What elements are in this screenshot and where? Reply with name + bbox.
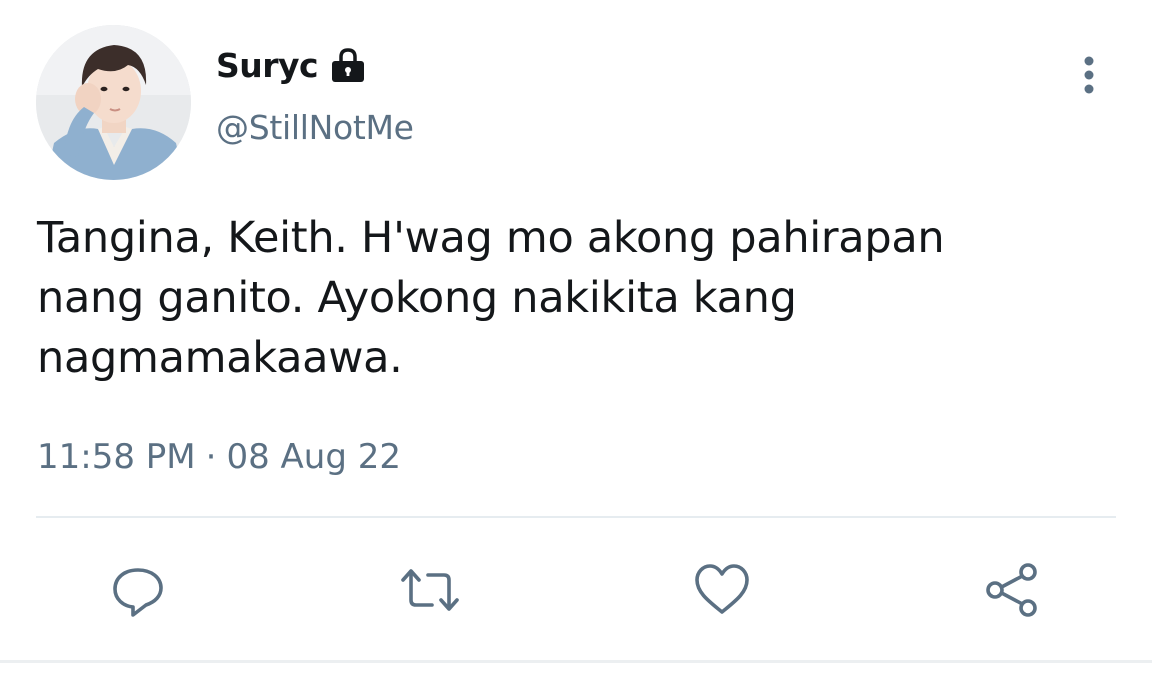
tweet-timestamp: 11:58 PM · 08 Aug 22	[37, 437, 401, 477]
display-name[interactable]: Suryc	[216, 46, 319, 85]
timestamp-separator: ·	[205, 437, 217, 477]
share-button[interactable]	[983, 560, 1043, 620]
lock-icon	[328, 45, 368, 85]
user-name-row: Suryc	[216, 40, 368, 90]
heart-icon	[695, 564, 749, 614]
user-handle[interactable]: @StillNotMe	[216, 108, 414, 147]
avatar[interactable]	[36, 25, 191, 180]
like-button[interactable]	[692, 560, 752, 620]
divider	[36, 516, 1116, 518]
tweet-date: 08 Aug 22	[226, 437, 401, 477]
bottom-divider	[0, 660, 1152, 663]
retweet-button[interactable]	[400, 560, 460, 620]
share-icon	[986, 563, 1037, 617]
tweet-text: Tangina, Keith. H'wag mo akong pahirapan…	[37, 213, 945, 383]
tweet-time: 11:58 PM	[37, 437, 196, 477]
tweet-card: Suryc @StillNotMe Tangina, Keith. H'wag …	[0, 0, 1152, 681]
retweet-icon	[401, 569, 459, 611]
avatar-image	[36, 25, 191, 180]
reply-button[interactable]	[108, 560, 168, 620]
more-vertical-icon[interactable]	[1074, 54, 1104, 96]
reply-icon	[113, 568, 163, 617]
